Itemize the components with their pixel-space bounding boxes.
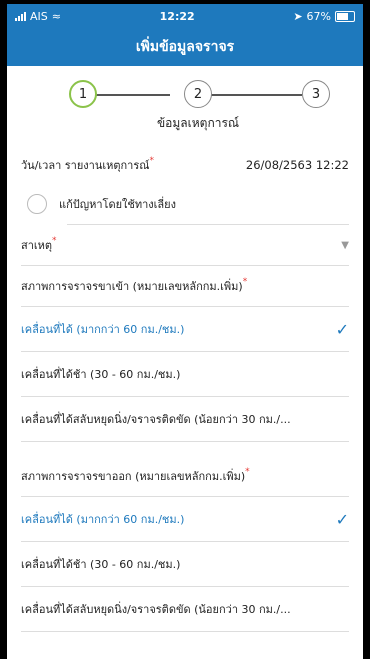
checkmark-icon: ✓: [335, 509, 349, 529]
status-bar: AIS ≈ 12:22 ➤ 67%: [7, 4, 363, 28]
inbound-option-1[interactable]: เคลื่อนที่ได้ (มากกว่า 60 กม./ชม.) ✓: [21, 307, 349, 351]
status-right: ➤ 67%: [293, 10, 355, 23]
battery-percent: 67%: [306, 9, 331, 23]
outbound-section-label: สภาพการจราจรขาออก (หมายเลขหลักกม.เพิ่ม)*: [21, 456, 349, 496]
caret-down-icon: ▼: [341, 239, 349, 251]
status-left: AIS ≈: [15, 10, 61, 23]
outbound-option-2-label: เคลื่อนที่ได้ช้า (30 - 60 กม./ชม.): [21, 558, 181, 571]
step-1-number: 1: [78, 86, 88, 102]
outbound-option-1-label: เคลื่อนที่ได้ (มากกว่า 60 กม./ชม.): [21, 513, 185, 526]
page-title: เพิ่มข้อมูลจราจร: [135, 39, 235, 55]
battery-icon: [334, 10, 355, 22]
inbound-label-wrap: สภาพการจราจรขาเข้า (หมายเลขหลักกม.เพิ่ม)…: [21, 277, 247, 295]
inbound-option-3[interactable]: เคลื่อนที่ได้สลับหยุดนิ่ง/จราจรติดขัด (น…: [21, 397, 349, 441]
step-3[interactable]: 3: [302, 80, 330, 108]
inbound-option-1-label: เคลื่อนที่ได้ (มากกว่า 60 กม./ชม.): [21, 323, 185, 336]
outbound-label-wrap: สภาพการจราจรขาออก (หมายเลขหลักกม.เพิ่ม)*: [21, 467, 250, 485]
inbound-option-3-label: เคลื่อนที่ได้สลับหยุดนิ่ง/จราจรติดขัด (น…: [21, 413, 291, 426]
cause-select[interactable]: สาเหตุ* ▼: [21, 225, 349, 265]
step-1[interactable]: 1: [69, 80, 97, 108]
step-3-number: 3: [311, 86, 321, 102]
cause-label: สาเหตุ: [21, 239, 53, 252]
step-connector-2: [198, 94, 302, 96]
resolve-option-row[interactable]: แก้ปัญหาโดยใช้ทางเลี่ยง: [21, 184, 349, 224]
step-2[interactable]: 2: [184, 80, 212, 108]
report-time-row: วัน/เวลา รายงานเหตุการณ์* 26/08/2563 12:…: [21, 146, 349, 184]
inbound-option-2-label: เคลื่อนที่ได้ช้า (30 - 60 กม./ชม.): [21, 368, 181, 381]
required-mark: *: [52, 236, 57, 246]
step-2-number: 2: [193, 86, 203, 102]
outbound-option-3[interactable]: เคลื่อนที่ได้สลับหยุดนิ่ง/จราจรติดขัด (น…: [21, 587, 349, 631]
inbound-option-2[interactable]: เคลื่อนที่ได้ช้า (30 - 60 กม./ชม.): [21, 352, 349, 396]
outbound-option-3-label: เคลื่อนที่ได้สลับหยุดนิ่ง/จราจรติดขัด (น…: [21, 603, 291, 616]
wifi-icon: ≈: [51, 9, 61, 23]
report-time-label-wrap: วัน/เวลา รายงานเหตุการณ์*: [21, 156, 154, 174]
checkmark-icon: ✓: [335, 319, 349, 339]
current-step-label: ข้อมูลเหตุการณ์: [156, 116, 240, 130]
cause-label-wrap: สาเหตุ*: [21, 236, 57, 254]
required-mark: *: [242, 277, 248, 287]
outbound-option-1[interactable]: เคลื่อนที่ได้ (มากกว่า 60 กม./ชม.) ✓: [21, 497, 349, 541]
resolve-option-label: แก้ปัญหาโดยใช้ทางเลี่ยง: [59, 198, 176, 211]
signal-icon: [15, 11, 26, 21]
stepper: 1 2 3 ข้อมูลเหตุการณ์: [21, 80, 349, 146]
inbound-section-label: สภาพการจราจรขาเข้า (หมายเลขหลักกม.เพิ่ม)…: [21, 266, 349, 306]
required-mark: *: [149, 156, 154, 166]
carrier-name: AIS: [30, 9, 48, 23]
report-time-value: 26/08/2563 12:22: [245, 158, 349, 172]
divider: [21, 631, 349, 632]
phone-frame: AIS ≈ 12:22 ➤ 67% เพิ่มข้อมูลจราจร 1 2 3…: [0, 0, 370, 659]
location-icon: ➤: [293, 9, 303, 23]
page-title-bar: เพิ่มข้อมูลจราจร: [7, 28, 363, 66]
report-time-label: วัน/เวลา รายงานเหตุการณ์: [21, 159, 150, 172]
inbound-label: สภาพการจราจรขาเข้า (หมายเลขหลักกม.เพิ่ม): [21, 280, 243, 293]
outbound-option-2[interactable]: เคลื่อนที่ได้ช้า (30 - 60 กม./ชม.): [21, 542, 349, 586]
app-screen: AIS ≈ 12:22 ➤ 67% เพิ่มข้อมูลจราจร 1 2 3…: [7, 4, 363, 659]
outbound-label: สภาพการจราจรขาออก (หมายเลขหลักกม.เพิ่ม): [21, 470, 246, 483]
required-mark: *: [245, 467, 250, 477]
resolve-radio[interactable]: [27, 194, 47, 214]
status-time: 12:22: [159, 9, 195, 23]
form-content: 1 2 3 ข้อมูลเหตุการณ์ วัน/เวลา รายงานเหต…: [7, 80, 363, 632]
